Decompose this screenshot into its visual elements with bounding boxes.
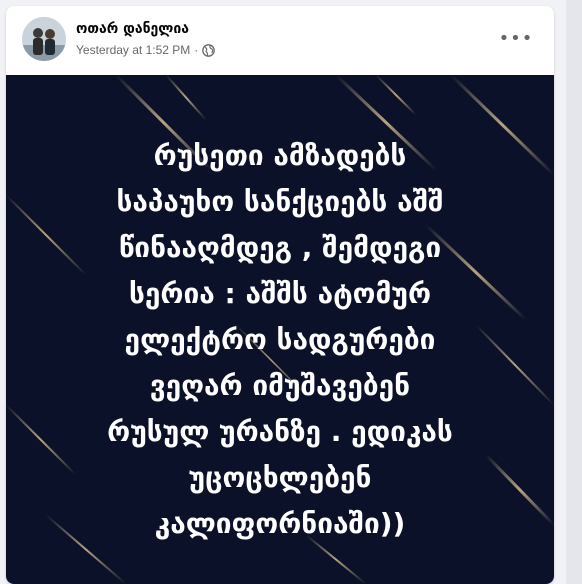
post-meta: Yesterday at 1:52 PM · xyxy=(76,43,216,57)
author-avatar[interactable] xyxy=(22,17,66,61)
avatar-photo-icon xyxy=(22,17,66,61)
post-image[interactable]: რუსეთი ამზადებს საპაუხო სანქციებს აშშ წი… xyxy=(6,75,554,584)
post-card: ოთარ დანელია Yesterday at 1:52 PM · ••• xyxy=(6,6,554,584)
post-timestamp[interactable]: Yesterday at 1:52 PM xyxy=(76,43,190,57)
author-name[interactable]: ოთარ დანელია xyxy=(76,21,189,37)
more-options-button[interactable]: ••• xyxy=(496,24,536,52)
image-caption-text: რუსეთი ამზადებს საპაუხო სანქციებს აშშ წი… xyxy=(107,139,453,540)
page-scroll-edge xyxy=(566,0,582,584)
meta-separator: · xyxy=(194,43,199,57)
globe-icon[interactable] xyxy=(202,43,216,57)
